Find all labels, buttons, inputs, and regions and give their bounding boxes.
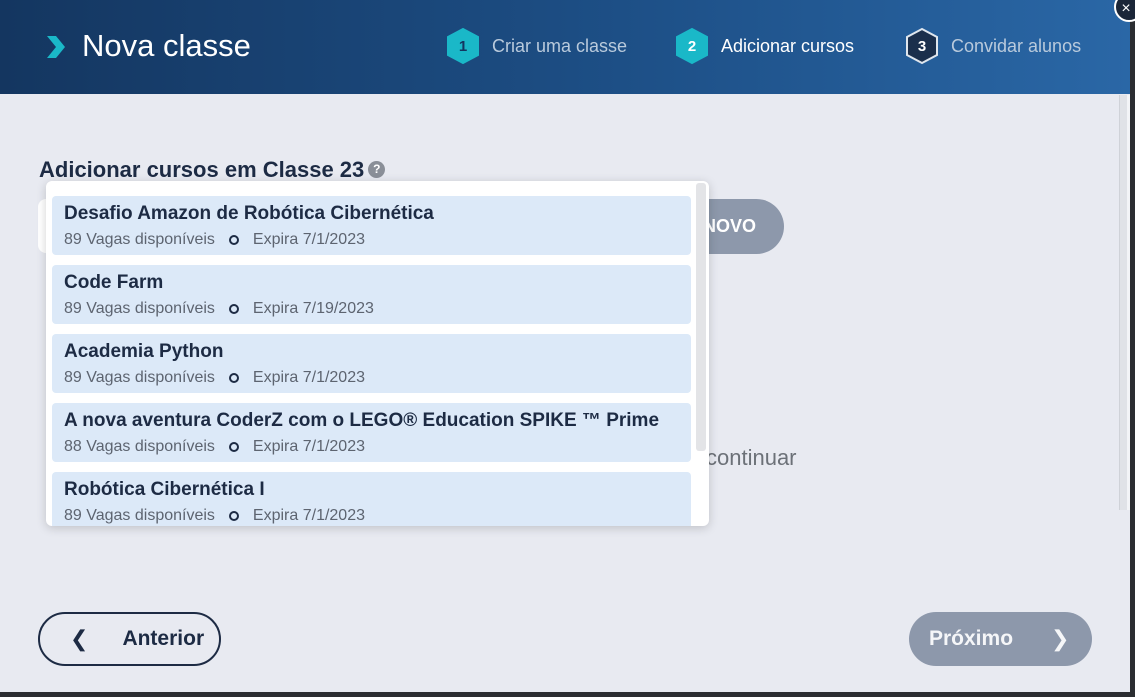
course-expiry: Expira 7/1/2023 <box>252 231 365 248</box>
course-meta: 88 Vagas disponíveis Expira 7/1/2023 <box>64 438 679 456</box>
course-expiry: Expira 7/1/2023 <box>252 507 365 524</box>
course-expiry: Expira 7/1/2023 <box>252 369 365 386</box>
chevron-left-icon: ❮ <box>70 626 89 651</box>
chevron-right-icon: ❯ <box>1051 626 1070 651</box>
step-2-label: Adicionar cursos <box>721 35 855 56</box>
next-button-label: Próximo <box>929 627 1014 650</box>
step-3-hex-icon: 3 <box>904 27 940 65</box>
course-name: Code Farm <box>64 272 164 293</box>
step-1-label: Criar uma classe <box>492 35 628 56</box>
course-meta: 89 Vagas disponíveis Expira 7/19/2023 <box>64 300 679 318</box>
page-scrollbar-thumb[interactable] <box>1119 95 1127 510</box>
separator-dot-icon <box>228 304 239 314</box>
course-seats: 88 Vagas disponíveis <box>64 438 215 455</box>
course-meta: 89 Vagas disponíveis Expira 7/1/2023 <box>64 507 679 525</box>
step-2: 2 Adicionar cursos <box>674 27 854 65</box>
course-meta: 89 Vagas disponíveis Expira 7/1/2023 <box>64 369 679 387</box>
chevron-right-icon <box>47 36 65 58</box>
course-seats: 89 Vagas disponíveis <box>64 369 215 386</box>
section-title: Adicionar cursos em Classe 23? <box>39 157 386 183</box>
course-option[interactable]: Academia Python 89 Vagas disponíveis Exp… <box>52 334 691 393</box>
separator-dot-icon <box>228 373 239 383</box>
course-seats: 89 Vagas disponíveis <box>64 231 215 248</box>
step-1-hex-icon: 1 <box>445 27 481 65</box>
course-meta: 89 Vagas disponíveis Expira 7/1/2023 <box>64 231 679 249</box>
course-option[interactable]: Code Farm 89 Vagas disponíveis Expira 7/… <box>52 265 691 324</box>
continue-hint-text: continuar <box>706 445 797 470</box>
step-1: 1 Criar uma classe <box>445 27 627 65</box>
help-icon[interactable]: ? <box>368 160 386 178</box>
course-name: A nova aventura CoderZ com o LEGO® Educa… <box>64 410 660 431</box>
course-dropdown: Desafio Amazon de Robótica Cibernética 8… <box>46 181 709 526</box>
separator-dot-icon <box>228 511 239 521</box>
new-class-modal: Nova classe 1 Criar uma classe 2 Adicion… <box>0 0 1130 692</box>
step-3: 3 Convidar alunos <box>904 27 1081 65</box>
course-name: Desafio Amazon de Robótica Cibernética <box>64 203 434 224</box>
modal-header: Nova classe 1 Criar uma classe 2 Adicion… <box>0 0 1130 94</box>
course-option[interactable]: Robótica Cibernética I 89 Vagas disponív… <box>52 472 691 526</box>
course-seats: 89 Vagas disponíveis <box>64 507 215 524</box>
course-expiry: Expira 7/1/2023 <box>252 438 365 455</box>
next-button[interactable]: Próximo ❯ <box>909 612 1092 666</box>
separator-dot-icon <box>228 442 239 452</box>
separator-dot-icon <box>228 235 239 245</box>
previous-button-label: Anterior <box>122 627 205 650</box>
course-seats: 89 Vagas disponíveis <box>64 300 215 317</box>
course-expiry: Expira 7/19/2023 <box>252 300 374 317</box>
course-list: Desafio Amazon de Robótica Cibernética 8… <box>52 196 691 526</box>
step-2-hex-icon: 2 <box>674 27 710 65</box>
course-name: Academia Python <box>64 341 224 362</box>
dropdown-scrollbar[interactable] <box>696 183 706 451</box>
course-option[interactable]: A nova aventura CoderZ com o LEGO® Educa… <box>52 403 691 462</box>
modal-title: Nova classe <box>82 28 251 63</box>
course-name: Robótica Cibernética I <box>64 479 265 500</box>
course-option[interactable]: Desafio Amazon de Robótica Cibernética 8… <box>52 196 691 255</box>
previous-button[interactable]: ❮ Anterior <box>38 612 221 666</box>
step-3-label: Convidar alunos <box>951 35 1082 56</box>
